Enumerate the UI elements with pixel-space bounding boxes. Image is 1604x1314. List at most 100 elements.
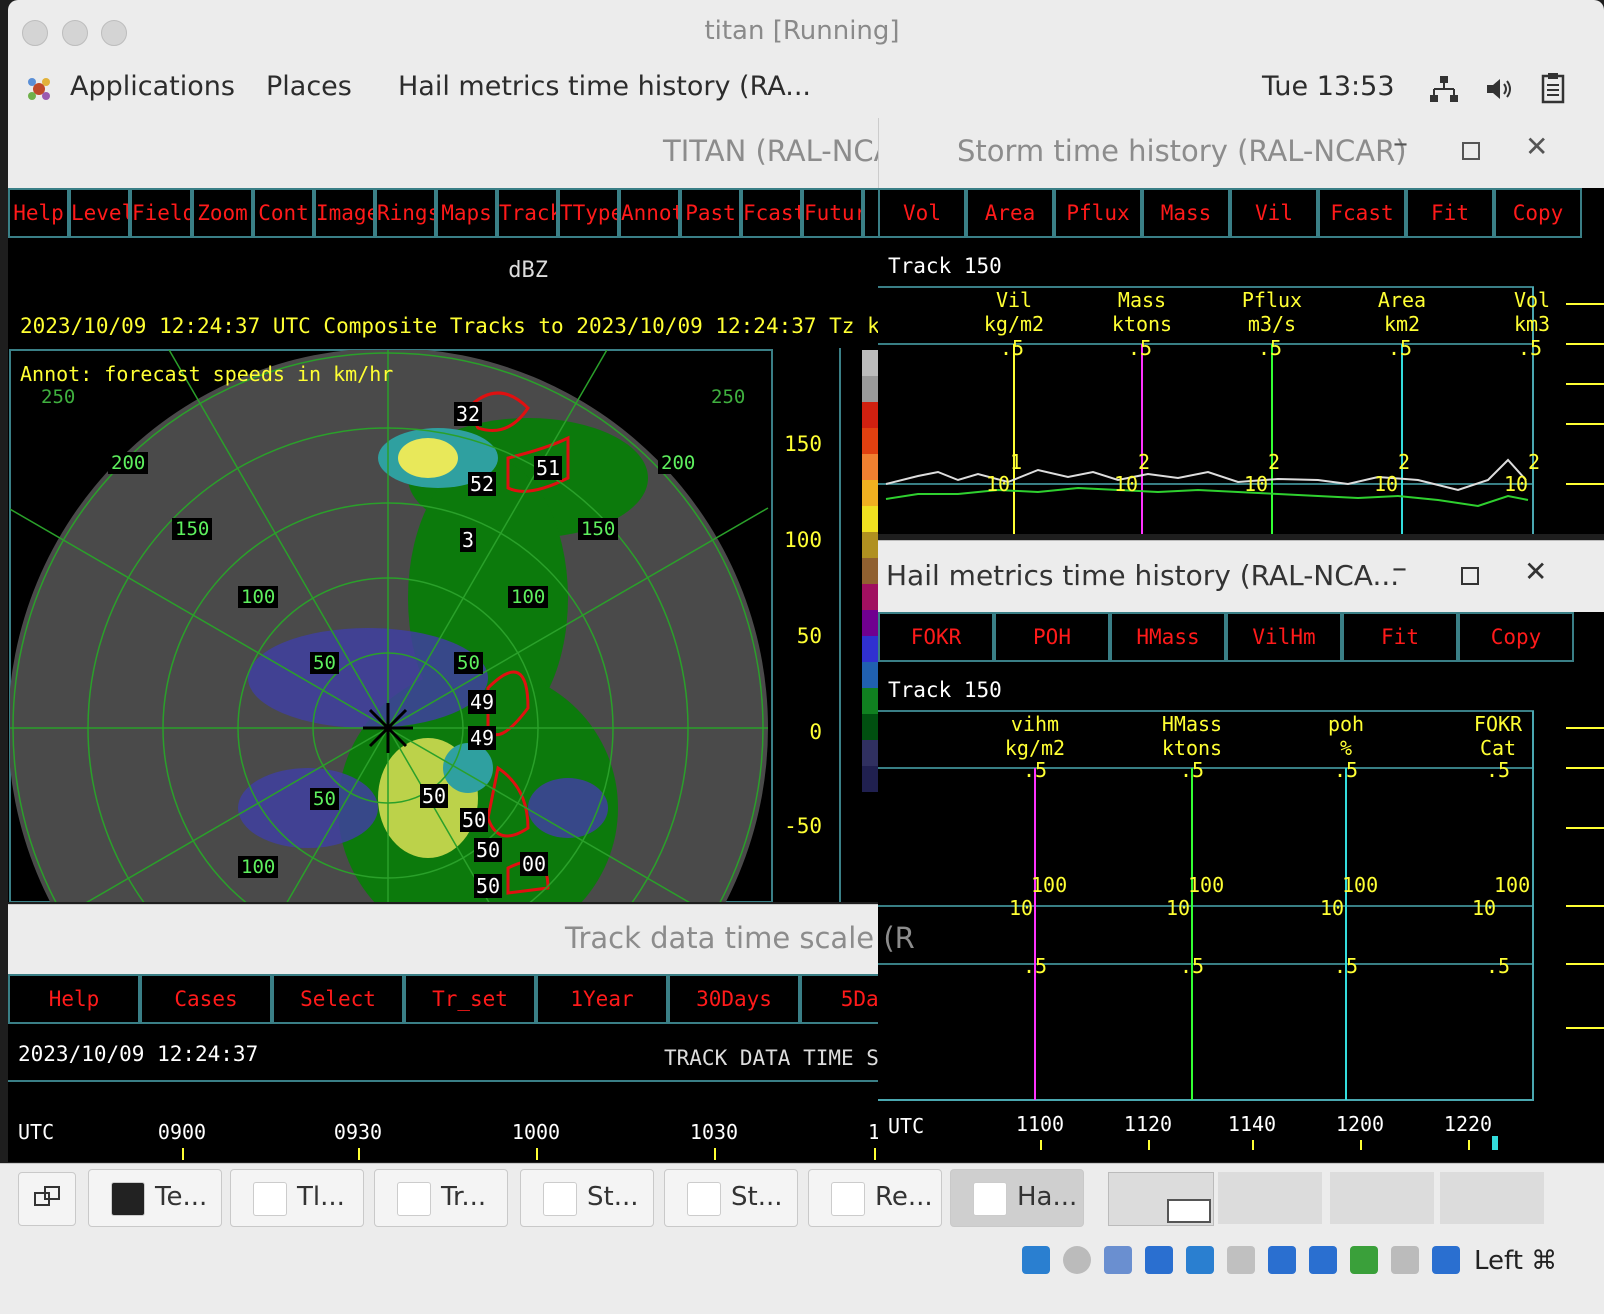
- titan-button-zoom[interactable]: Zoom: [192, 188, 253, 238]
- taskbar-item[interactable]: St...: [520, 1169, 654, 1227]
- close-icon[interactable]: ✕: [1525, 130, 1548, 163]
- titan-button-future[interactable]: Future: [802, 188, 863, 238]
- storm-button-mass[interactable]: Mass: [1142, 188, 1230, 238]
- titan-button-maps[interactable]: Maps: [436, 188, 497, 238]
- range-ring-label: 150: [172, 518, 213, 540]
- optical-drive-icon[interactable]: [1063, 1246, 1091, 1274]
- titan-button-level[interactable]: Level: [69, 188, 130, 238]
- trackscale-window-title: Track data time scale (R: [565, 921, 915, 955]
- trackscale-button-select[interactable]: Select: [272, 974, 404, 1024]
- usb-icon[interactable]: [1186, 1246, 1214, 1274]
- trackscale-button-cases[interactable]: Cases: [140, 974, 272, 1024]
- taskbar-item[interactable]: Ha...: [950, 1169, 1084, 1227]
- hail-button-fit[interactable]: Fit: [1342, 612, 1458, 662]
- recording-icon[interactable]: [1309, 1246, 1337, 1274]
- radar-display[interactable]: 2023/10/09 12:24:37 UTC Composite Tracks…: [8, 302, 892, 902]
- storm-button-area[interactable]: Area: [966, 188, 1054, 238]
- network-icon[interactable]: [1145, 1246, 1173, 1274]
- titan-button-tracks[interactable]: Tracks: [497, 188, 558, 238]
- trackscale-button-help[interactable]: Help: [8, 974, 140, 1024]
- trackscale-button-trset[interactable]: Tr_set: [404, 974, 536, 1024]
- hail-button-hmass[interactable]: HMass: [1110, 612, 1226, 662]
- workspace-1[interactable]: [1108, 1172, 1214, 1226]
- storm-button-vol[interactable]: Vol: [878, 188, 966, 238]
- storm-speed-label: 50: [474, 874, 503, 898]
- trackscale-button-30days[interactable]: 30Days: [668, 974, 800, 1024]
- taskbar-item-label: Tr...: [441, 1182, 487, 1212]
- storm-button-vil[interactable]: Vil: [1230, 188, 1318, 238]
- titan-button-field[interactable]: Field: [130, 188, 192, 238]
- capture-icon[interactable]: [1350, 1246, 1378, 1274]
- active-window-menu[interactable]: Hail metrics time history (RA...: [398, 71, 811, 102]
- window-icon: [543, 1182, 577, 1216]
- shared-folders-icon[interactable]: [1227, 1246, 1255, 1274]
- storm-button-fcast[interactable]: Fcast: [1318, 188, 1406, 238]
- minimize-icon[interactable]: –: [1392, 551, 1407, 586]
- taskbar-item[interactable]: Tl...: [230, 1169, 364, 1227]
- taskbar-item-label: Ha...: [1017, 1182, 1078, 1212]
- taskbar-item[interactable]: St...: [664, 1169, 798, 1227]
- places-menu[interactable]: Places: [266, 71, 352, 102]
- taskbar-item-label: Tl...: [297, 1182, 345, 1212]
- close-icon[interactable]: ✕: [1524, 555, 1547, 588]
- storm-button-fit[interactable]: Fit: [1406, 188, 1494, 238]
- storm-speed-label: 50: [420, 784, 449, 808]
- hail-button-poh[interactable]: POH: [994, 612, 1110, 662]
- hail-button-fokr[interactable]: FOKR: [878, 612, 994, 662]
- clipboard-icon[interactable]: [1540, 72, 1566, 108]
- trackscale-button-5day[interactable]: 5Day: [800, 974, 878, 1024]
- workspace-2[interactable]: [1218, 1172, 1322, 1224]
- clock[interactable]: Tue 13:53: [1262, 71, 1395, 102]
- hail-tick-10: 10: [1166, 896, 1191, 920]
- hail-button-copy[interactable]: Copy: [1458, 612, 1574, 662]
- titan-button-help[interactable]: Help: [8, 188, 69, 238]
- taskbar-item[interactable]: Te...: [88, 1169, 222, 1227]
- audio-icon[interactable]: [1104, 1246, 1132, 1274]
- applications-menu[interactable]: Applications: [70, 71, 235, 102]
- titan-button-image[interactable]: Image: [314, 188, 375, 238]
- hail-column-name: poh: [1327, 712, 1365, 736]
- titan-button-annot[interactable]: Annot: [619, 188, 680, 238]
- hail-tick-10: 10: [1320, 896, 1345, 920]
- storm-window-titlebar: Storm time history (RAL-NCAR) – ✕: [878, 118, 1604, 188]
- storm-speed-label: 49: [468, 690, 497, 714]
- y-axis-tick-label: 150: [784, 432, 822, 456]
- trackscale-area[interactable]: 2023/10/09 12:24:37 TRACK DATA TIME SC U…: [8, 1030, 878, 1162]
- hail-tick-100: 100: [1342, 873, 1379, 897]
- hard-disk-icon[interactable]: [1022, 1246, 1050, 1274]
- titan-button-ttype[interactable]: TType: [558, 188, 619, 238]
- mouse-integration-icon[interactable]: [1391, 1246, 1419, 1274]
- titan-button-cont[interactable]: Cont: [253, 188, 314, 238]
- network-icon[interactable]: [1428, 74, 1460, 108]
- titan-button-past[interactable]: Past: [680, 188, 741, 238]
- radar-plot[interactable]: [8, 348, 878, 902]
- titan-button-t[interactable]: T: [863, 188, 878, 238]
- maximize-icon[interactable]: [1461, 567, 1479, 585]
- hail-button-bar: FOKR POH HMass VilHm Fit Copy: [878, 612, 1604, 668]
- storm-speed-label: 00: [520, 852, 549, 876]
- display-icon[interactable]: [1268, 1246, 1296, 1274]
- y-axis-tick-label: -50: [784, 814, 822, 838]
- titan-button-fcast[interactable]: Fcast: [741, 188, 802, 238]
- hail-plot-area[interactable]: Track 150 UTC vihm kg/m2.5 100 10.5 HMass kto…: [878, 668, 1604, 1162]
- storm-column-tick-top: .5: [1128, 336, 1153, 360]
- workspace-4[interactable]: [1440, 1172, 1544, 1224]
- workspace-3[interactable]: [1330, 1172, 1434, 1224]
- volume-icon[interactable]: [1484, 74, 1516, 108]
- trackscale-button-1year[interactable]: 1Year: [536, 974, 668, 1024]
- taskbar-item[interactable]: Re...: [808, 1169, 942, 1227]
- applications-menu-icon[interactable]: [24, 74, 54, 104]
- minimize-icon[interactable]: –: [1393, 126, 1408, 161]
- storm-plot-area[interactable]: Track 150 Vil kg/m2.5 1 10 Mass ktons .5 2 10 Pfl…: [878, 244, 1604, 534]
- hail-column-name: vihm: [1010, 712, 1060, 736]
- hail-time-tick: 1220: [1443, 1112, 1493, 1136]
- host-key-arrow-icon[interactable]: [1432, 1246, 1460, 1274]
- titan-button-rings[interactable]: Rings: [375, 188, 436, 238]
- taskbar-item[interactable]: Tr...: [374, 1169, 508, 1227]
- storm-button-copy[interactable]: Copy: [1494, 188, 1582, 238]
- maximize-icon[interactable]: [1462, 142, 1480, 160]
- hail-button-vilhm[interactable]: VilHm: [1226, 612, 1342, 662]
- terminal-icon: [111, 1182, 145, 1216]
- show-desktop-button[interactable]: [18, 1172, 76, 1226]
- storm-button-pflux[interactable]: Pflux: [1054, 188, 1142, 238]
